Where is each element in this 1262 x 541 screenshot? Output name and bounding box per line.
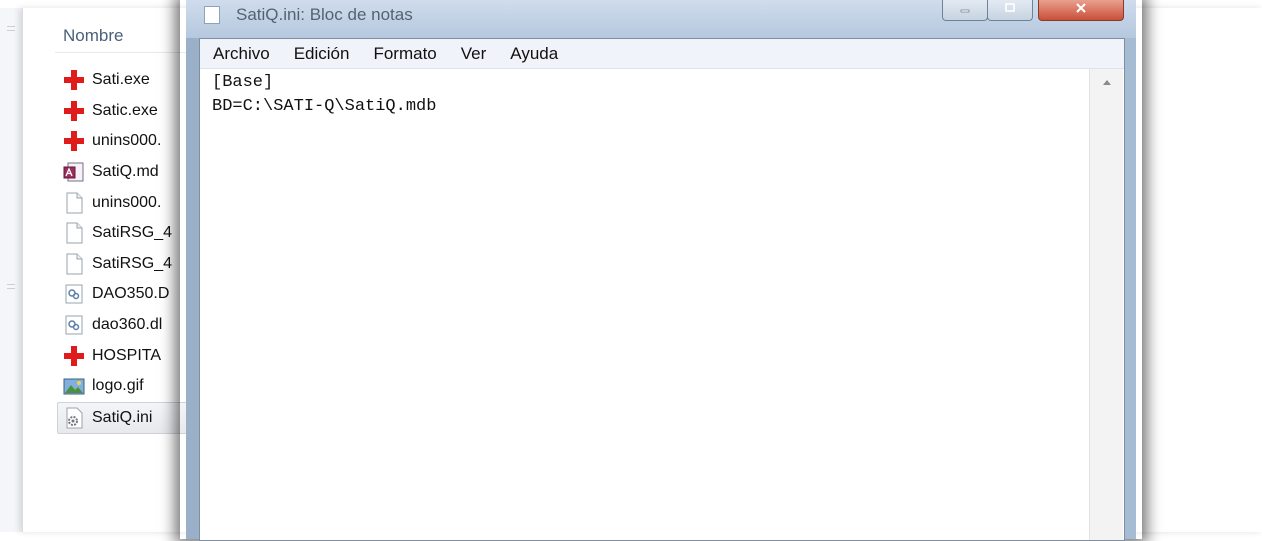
- file-name: HOSPITA: [92, 346, 162, 364]
- file-name: SatiQ.md: [92, 163, 159, 181]
- file-name: DAO350.D: [92, 285, 170, 303]
- pane-resize-mark: [7, 26, 15, 31]
- file-name: Satic.exe: [92, 101, 158, 119]
- vertical-scrollbar[interactable]: [1089, 69, 1123, 540]
- red-cross-icon: [63, 345, 85, 367]
- pane-resize-mark: [7, 284, 15, 289]
- red-cross-icon: [63, 130, 85, 152]
- scroll-up-arrow-icon: [1102, 78, 1112, 89]
- notepad-app-icon[interactable]: [204, 6, 220, 24]
- notepad-client-area: Archivo Edición Formato Ver Ayuda [Base]…: [199, 38, 1125, 541]
- file-name: unins000.: [92, 193, 162, 211]
- dll-icon: [63, 314, 85, 336]
- maximize-button[interactable]: [987, 0, 1033, 21]
- file-name: SatiQ.ini: [92, 408, 153, 426]
- file-name: dao360.dl: [92, 316, 163, 334]
- file-name: SatiRSG_4: [92, 224, 173, 242]
- column-header-divider: [55, 52, 195, 53]
- red-cross-icon: [63, 100, 85, 122]
- maximize-icon: [988, 2, 1032, 17]
- text-editor[interactable]: [Base] BD=C:\SATI-Q\SatiQ.mdb: [200, 69, 1086, 540]
- file-name: SatiRSG_4: [92, 254, 173, 272]
- dll-icon: [63, 283, 85, 305]
- menu-ver[interactable]: Ver: [449, 39, 499, 68]
- close-button[interactable]: [1038, 0, 1124, 21]
- ini-settings-icon: [63, 407, 85, 429]
- text-line: [Base]: [212, 73, 274, 92]
- image-icon: [63, 375, 85, 397]
- minimize-button[interactable]: [942, 0, 988, 21]
- file-name: Sati.exe: [92, 71, 150, 89]
- minimize-icon: [943, 2, 987, 17]
- access-db-icon: [63, 161, 85, 183]
- text-line: BD=C:\SATI-Q\SatiQ.mdb: [212, 97, 437, 116]
- menu-formato[interactable]: Formato: [361, 39, 448, 68]
- notepad-title-bar[interactable]: SatiQ.ini: Bloc de notas: [186, 0, 1136, 38]
- menu-edicion[interactable]: Edición: [282, 39, 362, 68]
- blank-file-icon: [63, 222, 85, 244]
- red-cross-icon: [63, 69, 85, 91]
- file-name: unins000.: [92, 132, 162, 150]
- menu-bar: Archivo Edición Formato Ver Ayuda: [200, 39, 1124, 69]
- scroll-up-button[interactable]: [1090, 69, 1123, 97]
- menu-ayuda[interactable]: Ayuda: [498, 39, 570, 68]
- file-name: logo.gif: [92, 377, 144, 395]
- window-title: SatiQ.ini: Bloc de notas: [236, 5, 413, 24]
- blank-file-icon: [63, 253, 85, 275]
- notepad-window: SatiQ.ini: Bloc de notas Archivo Edición…: [186, 0, 1136, 541]
- menu-archivo[interactable]: Archivo: [200, 39, 282, 68]
- blank-file-icon: [63, 192, 85, 214]
- explorer-navigation-pane-edge: [0, 8, 22, 532]
- column-header-name[interactable]: Nombre: [63, 26, 123, 46]
- close-icon: [1039, 2, 1123, 17]
